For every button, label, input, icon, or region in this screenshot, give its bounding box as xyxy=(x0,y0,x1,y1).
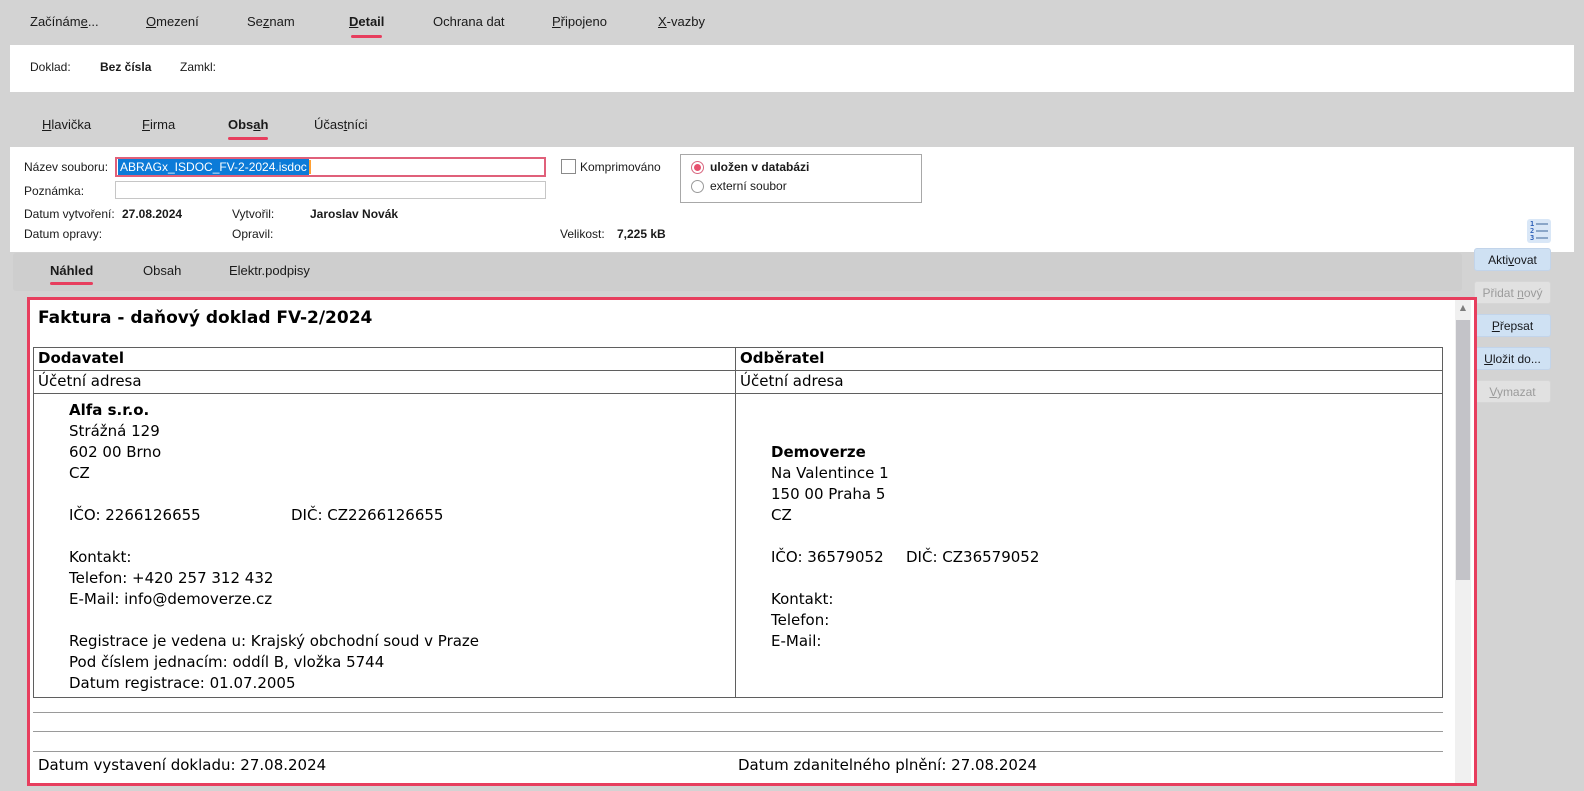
compressed-checkbox[interactable] xyxy=(561,159,576,174)
radio-label: externí soubor xyxy=(710,179,787,193)
doklad-label: Doklad: xyxy=(30,60,71,74)
text-caret xyxy=(309,160,311,174)
menu-bar: Začínáme... Omezení Seznam Detail Ochran… xyxy=(0,0,1584,44)
customer-address-block: Demoverze Na Valentince 1 150 00 Praha 5… xyxy=(736,394,1442,697)
zamkl-label: Zamkl: xyxy=(180,60,216,74)
supplier-address-block: Alfa s.r.o. Strážná 129 602 00 Brno CZ I… xyxy=(34,394,736,697)
doklad-value: Bez čísla xyxy=(100,60,151,74)
supplier-registration: Registrace je vedena u: Krajský obchodní… xyxy=(69,631,735,652)
invoice-preview-panel[interactable]: Faktura - daňový doklad FV-2/2024 Dodava… xyxy=(27,297,1477,786)
menu-item-zaciname[interactable]: Začínáme... xyxy=(30,14,99,29)
numbered-list-icon[interactable]: 1 2 3 xyxy=(1527,219,1551,243)
size-value: 7,225 kB xyxy=(617,227,666,241)
radio-label: uložen v databázi xyxy=(710,160,809,174)
modified-date-label: Datum opravy: xyxy=(24,227,102,241)
supplier-registration-number: Pod číslem jednacím: oddíl B, vložka 574… xyxy=(69,652,735,673)
note-label: Poznámka: xyxy=(24,184,84,198)
tab-ucastnici[interactable]: Účastníci xyxy=(314,117,367,132)
customer-name: Demoverze xyxy=(771,442,1442,463)
radio-stored-in-database[interactable]: uložen v databázi xyxy=(691,160,809,174)
size-label: Velikost: xyxy=(560,227,605,241)
customer-contact-label: Kontakt: xyxy=(771,589,1442,610)
modified-by-label: Opravil: xyxy=(232,227,273,241)
customer-header: Odběratel xyxy=(736,348,1442,370)
customer-subheader: Účetní adresa xyxy=(736,371,1442,393)
invoice-parties-table: Dodavatel Odběratel Účetní adresa Účetní… xyxy=(33,347,1443,698)
supplier-subheader: Účetní adresa xyxy=(34,371,736,393)
menu-item-pripojeno[interactable]: Připojeno xyxy=(552,14,607,29)
supplier-ico: IČO: 2266126655 xyxy=(69,505,291,526)
prepsat-button[interactable]: Přepsat xyxy=(1474,314,1551,337)
note-input[interactable] xyxy=(115,181,546,199)
created-by-label: Vytvořil: xyxy=(232,207,274,221)
tab-obsah[interactable]: Obsah xyxy=(228,117,268,132)
tab-hlavicka[interactable]: Hlavička xyxy=(42,117,91,132)
ulozit-do-button[interactable]: Uložit do... xyxy=(1474,347,1551,370)
supplier-registration-date: Datum registrace: 01.07.2005 xyxy=(69,673,735,694)
supplier-city: 602 00 Brno xyxy=(69,442,735,463)
created-date-label: Datum vytvoření: xyxy=(24,207,115,221)
document-bar: Doklad: Bez čísla Zamkl: xyxy=(10,45,1574,92)
supplier-dic: DIČ: CZ2266126655 xyxy=(291,506,443,524)
supplier-street: Strážná 129 xyxy=(69,421,735,442)
customer-dic: DIČ: CZ36579052 xyxy=(906,548,1039,566)
supplier-name: Alfa s.r.o. xyxy=(69,400,735,421)
scrollbar-thumb[interactable] xyxy=(1456,320,1470,580)
storage-radio-group: uložen v databázi externí soubor xyxy=(680,154,922,203)
file-name-label: Název souboru: xyxy=(24,160,108,174)
separator-line xyxy=(33,731,1443,732)
scroll-up-icon[interactable]: ▲ xyxy=(1455,300,1471,314)
customer-ico: IČO: 36579052 xyxy=(771,547,906,568)
menu-item-omezeni[interactable]: Omezení xyxy=(146,14,199,29)
tax-date: Datum zdanitelného plnění: 27.08.2024 xyxy=(738,756,1037,774)
radio-unselected-icon xyxy=(691,180,704,193)
file-name-selected-text: ABRAGx_ISDOC_FV-2-2024.isdoc xyxy=(118,159,309,175)
subtab-bar: Náhled Obsah Elektr.podpisy xyxy=(13,253,1462,291)
issue-date: Datum vystavení dokladu: 27.08.2024 xyxy=(38,756,326,774)
pridat-novy-button[interactable]: Přidat nový xyxy=(1474,281,1551,304)
file-name-input[interactable]: ABRAGx_ISDOC_FV-2-2024.isdoc xyxy=(115,157,546,177)
app-window: Začínáme... Omezení Seznam Detail Ochran… xyxy=(0,0,1584,791)
supplier-contact-label: Kontakt: xyxy=(69,547,735,568)
invoice-title: Faktura - daňový doklad FV-2/2024 xyxy=(38,308,372,328)
menu-item-detail[interactable]: Detail xyxy=(349,14,384,29)
supplier-ico-dic: IČO: 2266126655DIČ: CZ2266126655 xyxy=(69,505,735,526)
menu-item-seznam[interactable]: Seznam xyxy=(247,14,295,29)
subtab-elektr-podpisy[interactable]: Elektr.podpisy xyxy=(229,263,310,278)
menu-item-x-vazby[interactable]: X-vazby xyxy=(658,14,705,29)
tab-firma[interactable]: Firma xyxy=(142,117,175,132)
separator-line xyxy=(33,751,1443,752)
subtab-nahled[interactable]: Náhled xyxy=(50,263,93,278)
radio-external-file[interactable]: externí soubor xyxy=(691,179,787,193)
customer-street: Na Valentince 1 xyxy=(771,463,1442,484)
customer-phone: Telefon: xyxy=(771,610,1442,631)
form-panel: Název souboru: ABRAGx_ISDOC_FV-2-2024.is… xyxy=(10,147,1574,252)
created-date-value: 27.08.2024 xyxy=(122,207,182,221)
customer-city: 150 00 Praha 5 xyxy=(771,484,1442,505)
customer-ico-dic: IČO: 36579052DIČ: CZ36579052 xyxy=(771,547,1442,568)
preview-scrollbar[interactable]: ▲ xyxy=(1455,300,1471,783)
supplier-country: CZ xyxy=(69,463,735,484)
aktivovat-button[interactable]: Aktivovat xyxy=(1474,248,1551,271)
compressed-label: Komprimováno xyxy=(580,160,661,174)
separator-line xyxy=(33,712,1443,713)
menu-item-ochrana-dat[interactable]: Ochrana dat xyxy=(433,14,505,29)
supplier-email: E-Mail: info@demoverze.cz xyxy=(69,589,735,610)
created-by-value: Jaroslav Novák xyxy=(310,207,398,221)
customer-email: E-Mail: xyxy=(771,631,1442,652)
vymazat-button[interactable]: Vymazat xyxy=(1474,380,1551,403)
supplier-phone: Telefon: +420 257 312 432 xyxy=(69,568,735,589)
supplier-header: Dodavatel xyxy=(34,348,736,370)
radio-selected-icon xyxy=(691,161,704,174)
subtab-obsah[interactable]: Obsah xyxy=(143,263,181,278)
customer-country: CZ xyxy=(771,505,1442,526)
